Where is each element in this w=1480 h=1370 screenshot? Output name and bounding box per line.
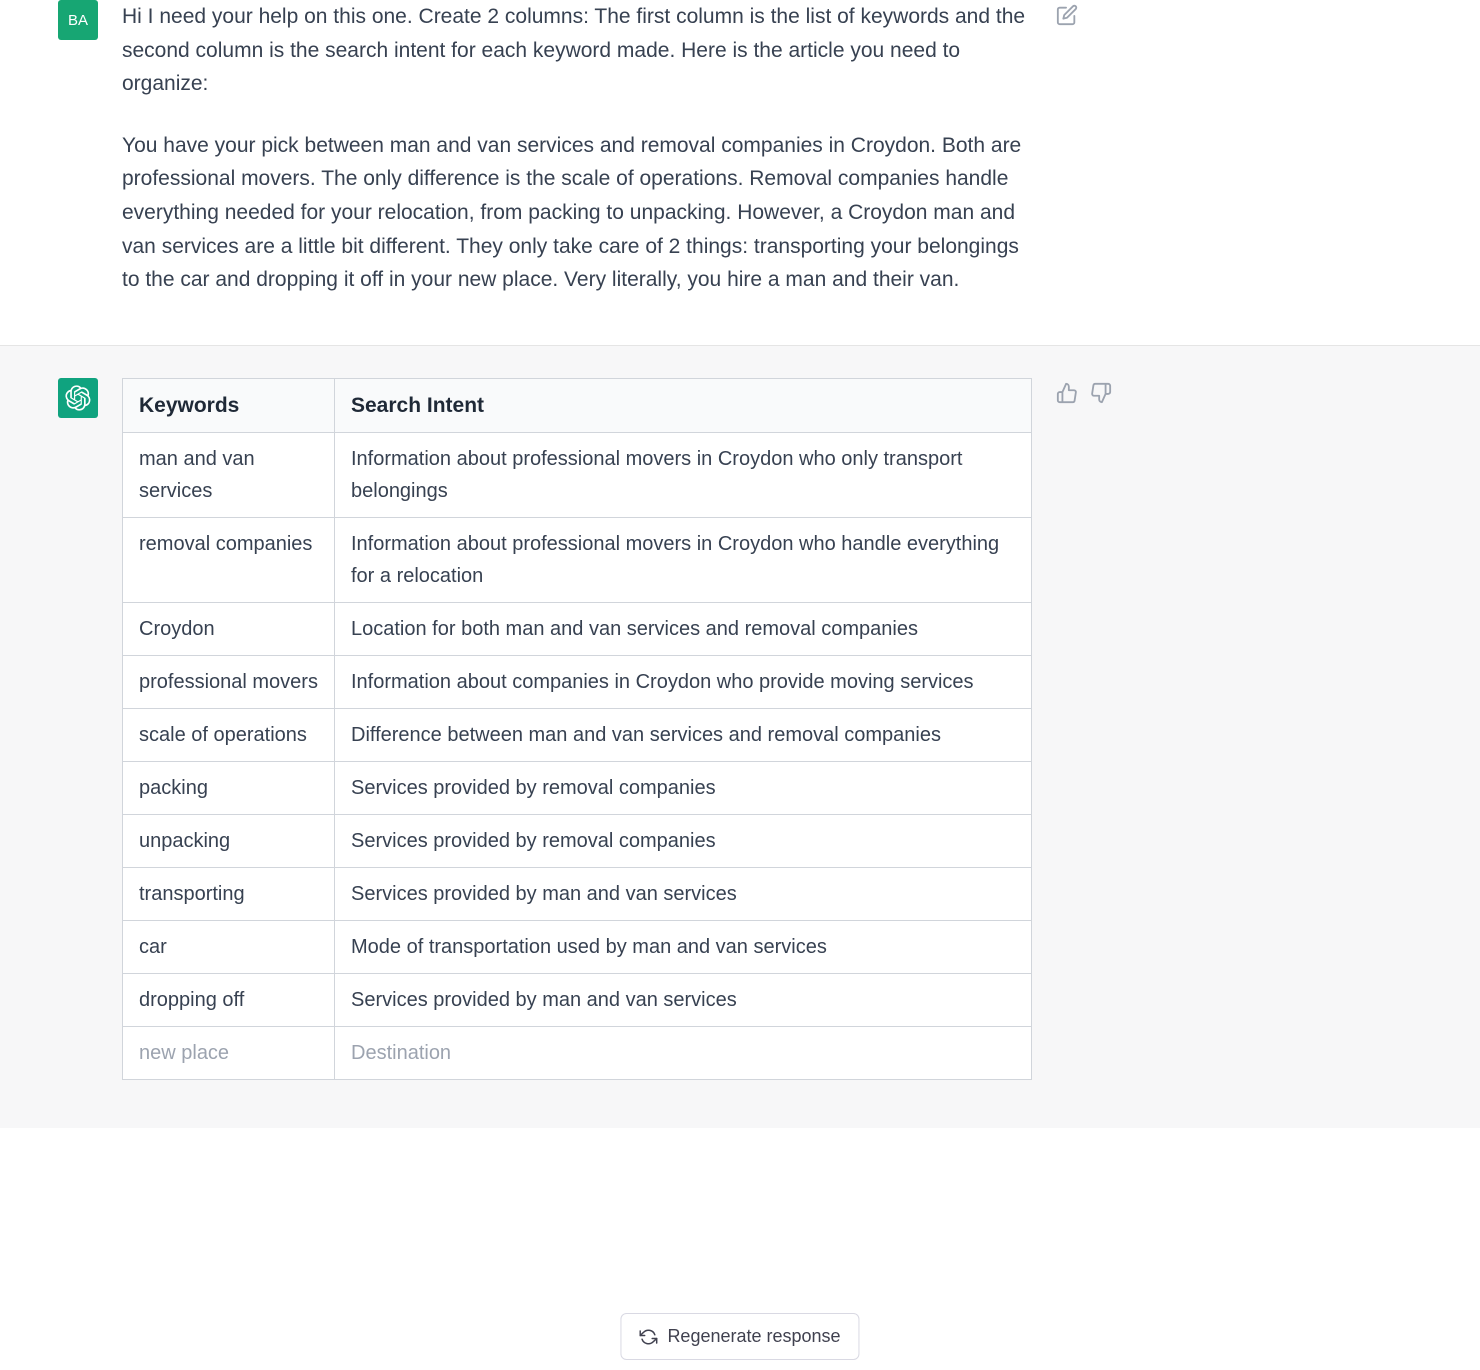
table-row: professional moversInformation about com…: [123, 656, 1032, 709]
cell-intent: Information about companies in Croydon w…: [335, 656, 1032, 709]
table-row: removal companiesInformation about profe…: [123, 518, 1032, 603]
user-avatar: BA: [58, 0, 98, 40]
cell-keyword: scale of operations: [123, 709, 335, 762]
cell-intent: Services provided by removal companies: [335, 762, 1032, 815]
cell-intent: Location for both man and van services a…: [335, 603, 1032, 656]
cell-keyword: dropping off: [123, 974, 335, 1027]
keywords-table: Keywords Search Intent man and van servi…: [122, 378, 1032, 1081]
cell-keyword: Croydon: [123, 603, 335, 656]
user-paragraph-1: Hi I need your help on this one. Create …: [122, 0, 1032, 101]
avatar-initials: BA: [68, 12, 88, 29]
table-row: dropping offServices provided by man and…: [123, 974, 1032, 1027]
user-paragraph-2: You have your pick between man and van s…: [122, 129, 1032, 297]
cell-keyword: man and van services: [123, 433, 335, 518]
cell-intent: Services provided by removal companies: [335, 815, 1032, 868]
table-header-row: Keywords Search Intent: [123, 378, 1032, 433]
cell-keyword: new place: [123, 1027, 335, 1080]
table-row: unpackingServices provided by removal co…: [123, 815, 1032, 868]
user-message: BA Hi I need your help on this one. Crea…: [0, 0, 1480, 345]
table-row: packingServices provided by removal comp…: [123, 762, 1032, 815]
cell-intent: Difference between man and van services …: [335, 709, 1032, 762]
user-actions: [1056, 0, 1078, 297]
table-row: new placeDestination: [123, 1027, 1032, 1080]
table-row: man and van servicesInformation about pr…: [123, 433, 1032, 518]
thumbs-down-icon[interactable]: [1090, 382, 1112, 404]
table-row: transportingServices provided by man and…: [123, 868, 1032, 921]
user-message-content: Hi I need your help on this one. Create …: [122, 0, 1032, 297]
assistant-avatar: [58, 378, 98, 418]
header-intent: Search Intent: [335, 378, 1032, 433]
regenerate-wrapper: Regenerate response: [620, 1313, 859, 1360]
regenerate-label: Regenerate response: [667, 1326, 840, 1347]
cell-keyword: packing: [123, 762, 335, 815]
regenerate-button[interactable]: Regenerate response: [620, 1313, 859, 1360]
cell-intent: Destination: [335, 1027, 1032, 1080]
openai-logo-icon: [65, 385, 91, 411]
cell-keyword: unpacking: [123, 815, 335, 868]
cell-intent: Services provided by man and van service…: [335, 868, 1032, 921]
thumbs-up-icon[interactable]: [1056, 382, 1078, 404]
cell-intent: Information about professional movers in…: [335, 433, 1032, 518]
cell-keyword: transporting: [123, 868, 335, 921]
cell-intent: Mode of transportation used by man and v…: [335, 921, 1032, 974]
table-row: scale of operationsDifference between ma…: [123, 709, 1032, 762]
cell-keyword: professional movers: [123, 656, 335, 709]
edit-icon[interactable]: [1056, 4, 1078, 26]
refresh-icon: [639, 1328, 657, 1346]
cell-keyword: car: [123, 921, 335, 974]
assistant-message: Keywords Search Intent man and van servi…: [0, 345, 1480, 1129]
header-keywords: Keywords: [123, 378, 335, 433]
assistant-message-content: Keywords Search Intent man and van servi…: [122, 378, 1032, 1081]
table-row: CroydonLocation for both man and van ser…: [123, 603, 1032, 656]
assistant-actions: [1056, 378, 1112, 1081]
cell-keyword: removal companies: [123, 518, 335, 603]
table-row: carMode of transportation used by man an…: [123, 921, 1032, 974]
cell-intent: Information about professional movers in…: [335, 518, 1032, 603]
cell-intent: Services provided by man and van service…: [335, 974, 1032, 1027]
